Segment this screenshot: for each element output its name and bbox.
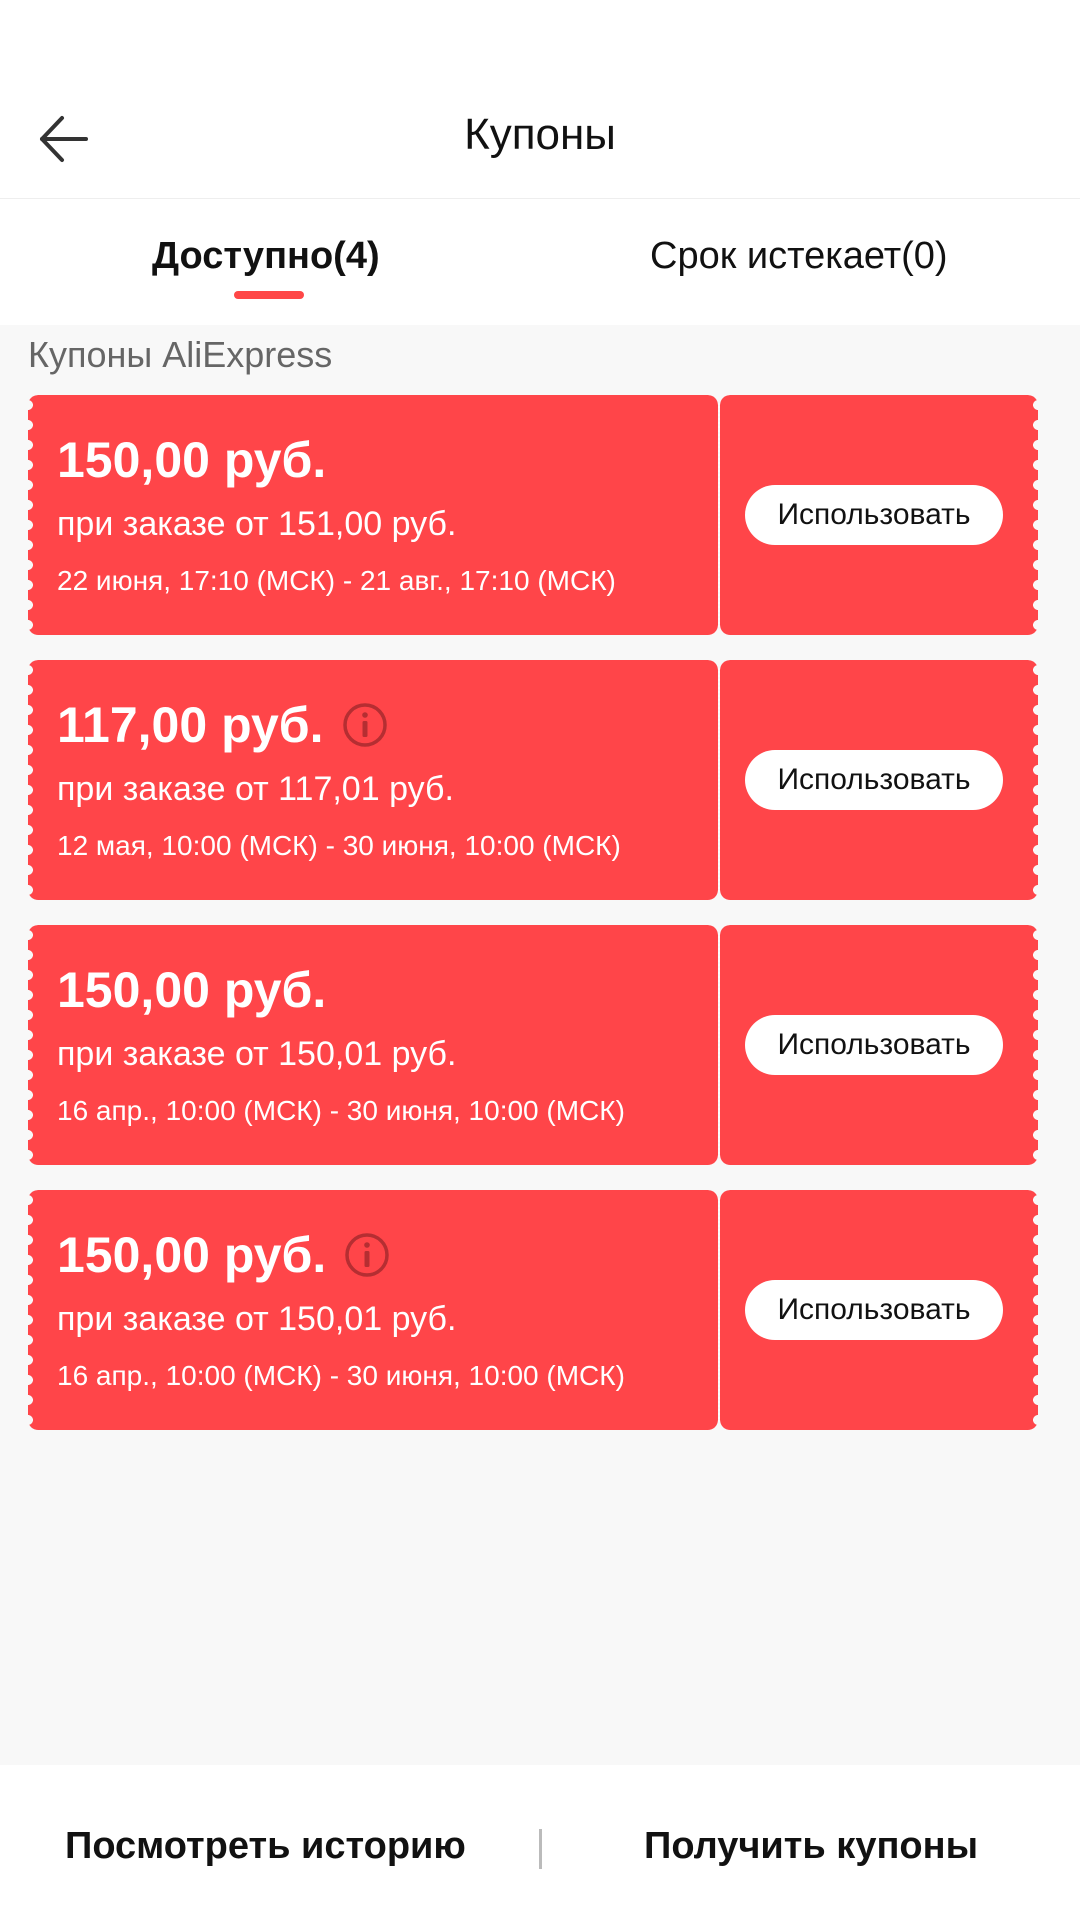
coupon-card: 150,00 руб. при заказе от 150,01 руб. 16… <box>28 925 1038 1165</box>
coupon-card: 150,00 руб. при заказе от 151,00 руб. 22… <box>28 395 1038 635</box>
coupon-validity: 12 мая, 10:00 (МСК) - 30 июня, 10:00 (МС… <box>57 830 621 861</box>
coupon-amount: 150,00 руб. <box>57 961 326 1019</box>
status-bar <box>0 0 1080 78</box>
active-tab-indicator <box>234 291 304 299</box>
tab-available[interactable]: Доступно(4) <box>152 235 380 278</box>
coupon-validity: 16 апр., 10:00 (МСК) - 30 июня, 10:00 (М… <box>57 1360 625 1391</box>
coupon-amount: 150,00 руб. <box>57 431 326 489</box>
coupon-action-area: Использовать <box>720 395 1038 635</box>
coupon-condition: при заказе от 117,01 руб. <box>57 770 454 808</box>
footer-bar: Посмотреть историю Получить купоны <box>0 1765 1080 1920</box>
coupon-amount: 117,00 руб. <box>57 696 388 754</box>
coupon-condition: при заказе от 151,00 руб. <box>57 505 457 543</box>
tab-bar: Доступно(4) Срок истекает(0) <box>0 199 1080 325</box>
tab-expiring[interactable]: Срок истекает(0) <box>650 235 948 278</box>
coupon-card: 150,00 руб. при заказе от 150,01 руб. 16… <box>28 1190 1038 1430</box>
coupon-action-area: Использовать <box>720 925 1038 1165</box>
coupon-amount-text: 150,00 руб. <box>57 1227 327 1283</box>
page-title: Купоны <box>464 110 616 159</box>
coupon-amount-text: 150,00 руб. <box>57 432 327 488</box>
use-coupon-button[interactable]: Использовать <box>745 1280 1003 1340</box>
get-coupons-button[interactable]: Получить купоны <box>644 1825 978 1868</box>
coupon-body: 150,00 руб. при заказе от 151,00 руб. 22… <box>28 395 718 635</box>
info-icon[interactable] <box>344 1232 390 1278</box>
coupon-validity: 16 апр., 10:00 (МСК) - 30 июня, 10:00 (М… <box>57 1095 625 1126</box>
info-icon[interactable] <box>342 702 388 748</box>
coupon-body: 117,00 руб. при заказе от 117,01 руб. 12… <box>28 660 718 900</box>
view-history-button[interactable]: Посмотреть историю <box>65 1825 466 1868</box>
coupon-amount-text: 117,00 руб. <box>57 697 324 753</box>
coupon-list: 150,00 руб. при заказе от 151,00 руб. 22… <box>28 395 1038 1455</box>
coupon-card: 117,00 руб. при заказе от 117,01 руб. 12… <box>28 660 1038 900</box>
footer-divider <box>539 1829 542 1869</box>
app-header: Купоны <box>0 78 1080 199</box>
coupon-condition: при заказе от 150,01 руб. <box>57 1035 457 1073</box>
coupon-condition: при заказе от 150,01 руб. <box>57 1300 457 1338</box>
use-coupon-button[interactable]: Использовать <box>745 485 1003 545</box>
coupon-action-area: Использовать <box>720 660 1038 900</box>
coupon-amount: 150,00 руб. <box>57 1226 390 1284</box>
coupon-action-area: Использовать <box>720 1190 1038 1430</box>
coupon-validity: 22 июня, 17:10 (МСК) - 21 авг., 17:10 (М… <box>57 565 616 596</box>
use-coupon-button[interactable]: Использовать <box>745 1015 1003 1075</box>
coupon-amount-text: 150,00 руб. <box>57 962 327 1018</box>
coupon-body: 150,00 руб. при заказе от 150,01 руб. 16… <box>28 925 718 1165</box>
use-coupon-button[interactable]: Использовать <box>745 750 1003 810</box>
coupon-body: 150,00 руб. при заказе от 150,01 руб. 16… <box>28 1190 718 1430</box>
section-label: Купоны AliExpress <box>28 334 333 375</box>
